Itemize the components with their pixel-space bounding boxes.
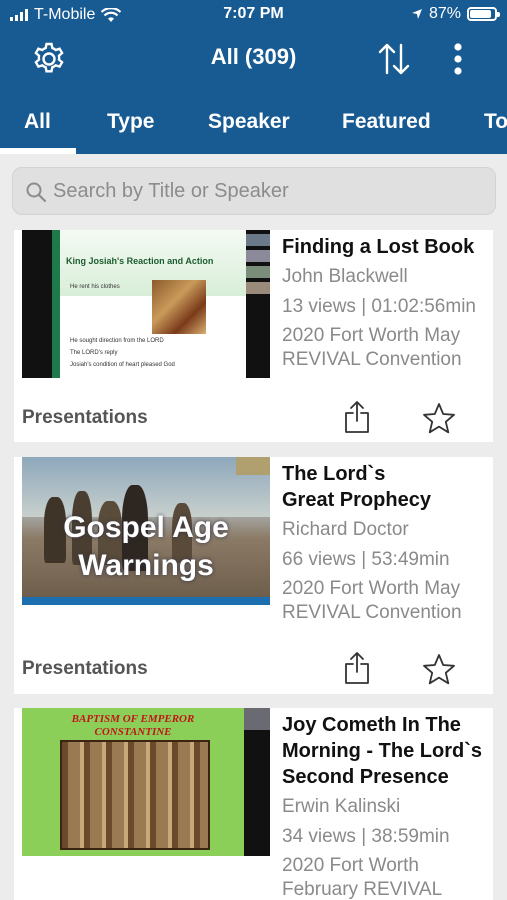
- item-event: 2020 Fort Worth May REVIVAL Convention: [282, 325, 462, 370]
- thumbnail-heading: BAPTISM OF EMPEROR: [71, 713, 195, 725]
- item-speaker: John Blackwell: [282, 266, 408, 287]
- sort-icon[interactable]: [376, 40, 412, 78]
- video-thumbnail[interactable]: King Josiah's Reaction and Action He ren…: [22, 230, 270, 378]
- item-title[interactable]: The Lord`s Great Prophecy: [282, 461, 432, 513]
- item-speaker: Richard Doctor: [282, 519, 409, 540]
- status-bar: T-Mobile 7:07 PM 87%: [0, 0, 507, 30]
- star-icon[interactable]: [422, 653, 456, 685]
- thumbnail-heading: CONSTANTINE: [94, 726, 172, 738]
- thumbnail-caption: Warnings: [78, 549, 214, 582]
- item-views-duration: 13 views | 01:02:56min: [282, 296, 476, 317]
- video-thumbnail[interactable]: BAPTISM OF EMPEROR CONSTANTINE: [22, 708, 270, 856]
- search-icon: [26, 182, 47, 203]
- search-input[interactable]: Search by Title or Speaker: [12, 167, 496, 215]
- more-vertical-icon[interactable]: [448, 40, 468, 78]
- thumbnail-caption: Gospel Age: [63, 511, 229, 544]
- item-category: Presentations: [22, 658, 148, 679]
- item-title[interactable]: Finding a Lost Book: [282, 234, 493, 260]
- video-thumbnail[interactable]: Gospel Age Warnings: [22, 457, 270, 605]
- app-header: All (309): [0, 30, 507, 88]
- thumbnail-bullet: He rent his clothes: [70, 284, 120, 290]
- category-tabs: All Type Speaker Featured To: [0, 88, 507, 154]
- page-title: All (309): [210, 44, 297, 69]
- tab-speaker[interactable]: Speaker: [208, 110, 290, 134]
- battery-percent: 87%: [428, 5, 461, 22]
- share-icon[interactable]: [343, 651, 371, 685]
- star-icon[interactable]: [422, 402, 456, 434]
- list-item[interactable]: Gospel Age Warnings The Lord`s Great Pro…: [14, 457, 493, 694]
- tab-all[interactable]: All: [24, 110, 51, 134]
- thumbnail-heading: King Josiah's Reaction and Action: [66, 256, 214, 266]
- active-tab-indicator: [0, 148, 76, 154]
- list-item[interactable]: BAPTISM OF EMPEROR CONSTANTINE Joy Comet…: [14, 708, 493, 900]
- item-category: Presentations: [22, 407, 148, 428]
- item-title[interactable]: Joy Cometh In The Morning - The Lord`s S…: [282, 712, 493, 790]
- thumbnail-bullet: Josiah's condition of heart pleased God: [70, 362, 175, 368]
- location-arrow-icon: [411, 9, 422, 19]
- item-event: 2020 Fort Worth February REVIVAL: [282, 855, 443, 900]
- thumbnail-bullet: The LORD's reply: [70, 350, 118, 356]
- item-event: 2020 Fort Worth May REVIVAL Convention: [282, 578, 462, 623]
- search-placeholder: Search by Title or Speaker: [53, 180, 289, 202]
- item-views-duration: 34 views | 38:59min: [282, 826, 450, 847]
- battery-icon: [467, 7, 500, 21]
- thumbnail-bullet: He sought direction from the LORD: [70, 338, 164, 344]
- share-icon[interactable]: [343, 400, 371, 434]
- item-speaker: Erwin Kalinski: [282, 796, 401, 817]
- tab-type[interactable]: Type: [107, 110, 154, 134]
- tab-topics[interactable]: To: [484, 110, 507, 134]
- list-item[interactable]: King Josiah's Reaction and Action He ren…: [14, 230, 493, 442]
- tab-featured[interactable]: Featured: [342, 110, 431, 134]
- item-views-duration: 66 views | 53:49min: [282, 549, 450, 570]
